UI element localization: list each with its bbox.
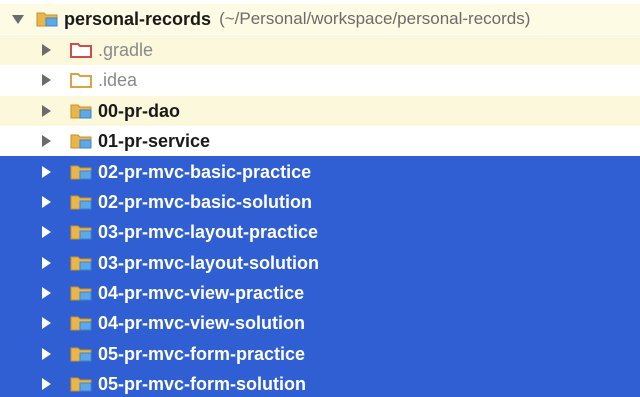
tree-row[interactable]: 04-pr-mvc-view-practice [0, 277, 640, 309]
tree-row-label: 05-pr-mvc-form-solution [98, 373, 307, 394]
root-folder-path: (~/Personal/workspace/personal-records) [219, 9, 531, 28]
folder-plain-icon [70, 72, 92, 89]
tree-row[interactable]: 02-pr-mvc-basic-solution [0, 186, 640, 218]
expand-arrow-icon[interactable] [42, 226, 51, 239]
project-tree: personal-records (~/Personal/workspace/p… [0, 0, 640, 397]
tree-row[interactable]: 03-pr-mvc-layout-solution [0, 247, 640, 279]
expand-arrow-icon[interactable] [42, 347, 51, 360]
module-folder-icon [70, 376, 92, 392]
expand-arrow-icon[interactable] [42, 286, 51, 299]
tree-row[interactable]: .gradle [0, 35, 640, 65]
tree-row-label: 03-pr-mvc-layout-solution [98, 252, 320, 273]
expand-arrow-icon[interactable] [42, 256, 51, 269]
tree-row-label: .gradle [98, 40, 154, 60]
expand-arrow-icon[interactable] [42, 104, 51, 117]
expand-arrow-icon[interactable] [42, 165, 51, 178]
root-folder-name: personal-records [64, 9, 212, 29]
tree-root-row[interactable]: personal-records (~/Personal/workspace/p… [0, 4, 640, 34]
tree-row[interactable]: 01-pr-service [0, 125, 640, 156]
folder-red-icon [70, 42, 92, 58]
tree-row[interactable]: 04-pr-mvc-view-solution [0, 307, 640, 339]
module-folder-icon [70, 285, 92, 301]
expand-arrow-icon[interactable] [42, 44, 51, 56]
module-folder-icon [70, 255, 92, 271]
tree-row-label: 04-pr-mvc-view-solution [98, 313, 306, 334]
module-folder-icon [70, 315, 92, 331]
tree-row-label: .idea [98, 70, 138, 91]
tree-row-label: 00-pr-dao [98, 100, 181, 121]
module-folder-icon [70, 133, 92, 149]
module-folder-icon [70, 103, 92, 119]
tree-row[interactable]: .idea [0, 65, 640, 96]
tree-row-label: 04-pr-mvc-view-practice [98, 282, 305, 303]
module-folder-icon [70, 224, 92, 240]
tree-row-label: 02-pr-mvc-basic-solution [98, 192, 313, 212]
expand-arrow-icon[interactable] [42, 196, 51, 208]
expand-arrow-icon[interactable] [42, 74, 51, 87]
expand-arrow-icon[interactable] [42, 317, 51, 330]
tree-row-label: 02-pr-mvc-basic-practice [98, 161, 312, 182]
tree-row-label: 03-pr-mvc-layout-practice [98, 222, 319, 243]
tree-row[interactable]: 05-pr-mvc-form-practice [0, 338, 640, 369]
tree-row[interactable]: 02-pr-mvc-basic-practice [0, 156, 640, 188]
module-folder-icon [70, 194, 92, 210]
tree-row[interactable]: 05-pr-mvc-form-solution [0, 368, 640, 397]
expand-arrow-icon[interactable] [42, 377, 51, 390]
module-folder-icon [70, 346, 92, 362]
expand-arrow-icon[interactable] [42, 134, 51, 147]
module-folder-icon [36, 11, 58, 27]
tree-row-label: 01-pr-service [98, 130, 211, 151]
tree-row-label: 05-pr-mvc-form-practice [98, 343, 306, 364]
tree-row[interactable]: 00-pr-dao [0, 95, 640, 126]
expand-arrow-icon[interactable] [12, 14, 24, 24]
module-folder-icon [70, 164, 92, 180]
tree-row[interactable]: 03-pr-mvc-layout-practice [0, 216, 640, 248]
